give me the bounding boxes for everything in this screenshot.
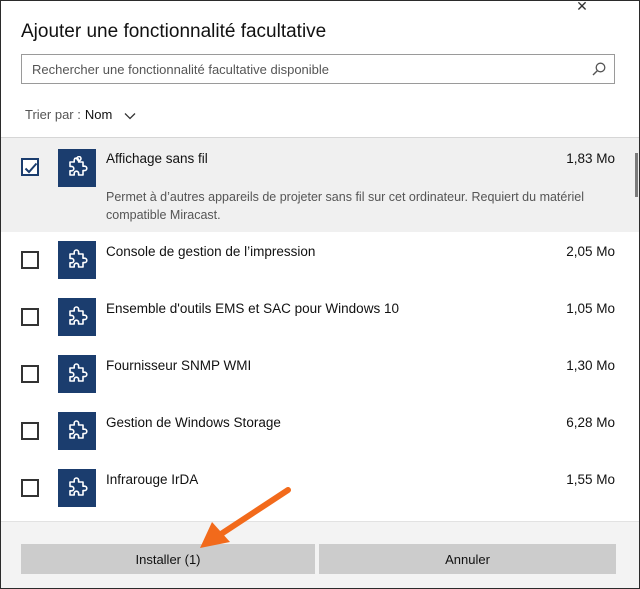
feature-row-snmp-wmi[interactable]: Fournisseur SNMP WMI 1,30 Mo bbox=[1, 346, 639, 403]
feature-row-console-impression[interactable]: Console de gestion de l’impression 2,05 … bbox=[1, 232, 639, 289]
feature-row-infrarouge-irda[interactable]: Infrarouge IrDA 1,55 Mo bbox=[1, 460, 639, 517]
puzzle-piece-icon bbox=[69, 156, 88, 176]
feature-checkbox[interactable] bbox=[21, 251, 39, 269]
feature-name: Console de gestion de l’impression bbox=[106, 244, 316, 259]
search-icon[interactable] bbox=[592, 62, 606, 76]
puzzle-piece-icon bbox=[69, 306, 88, 325]
feature-checkbox[interactable] bbox=[21, 158, 39, 176]
feature-name: Infrarouge IrDA bbox=[106, 472, 199, 487]
feature-checkbox[interactable] bbox=[21, 422, 39, 440]
feature-list: Affichage sans fil 1,83 Mo Permet à d’au… bbox=[1, 138, 639, 521]
puzzle-piece-icon bbox=[69, 420, 88, 439]
sort-value[interactable]: Nom bbox=[85, 107, 112, 122]
feature-size: 1,55 Mo bbox=[566, 472, 615, 487]
feature-tile bbox=[58, 355, 96, 393]
feature-size: 6,28 Mo bbox=[566, 415, 615, 430]
install-button[interactable]: Installer (1) bbox=[21, 544, 315, 574]
puzzle-piece-icon bbox=[69, 249, 88, 268]
chevron-down-icon[interactable] bbox=[124, 112, 136, 120]
close-icon[interactable]: ✕ bbox=[572, 1, 592, 15]
feature-checkbox[interactable] bbox=[21, 365, 39, 383]
sort-control[interactable]: Trier par : Nom bbox=[25, 107, 136, 122]
feature-size: 1,30 Mo bbox=[566, 358, 615, 373]
dialog-window: ✕ Ajouter une fonctionnalité facultative… bbox=[0, 0, 640, 589]
feature-checkbox[interactable] bbox=[21, 479, 39, 497]
list-scrollbar[interactable] bbox=[635, 153, 638, 197]
feature-tile bbox=[58, 298, 96, 336]
checkmark-icon bbox=[24, 162, 38, 174]
sort-label: Trier par : bbox=[25, 107, 81, 122]
feature-row-affichage-sans-fil[interactable]: Affichage sans fil 1,83 Mo Permet à d’au… bbox=[1, 138, 639, 232]
feature-row-windows-storage[interactable]: Gestion de Windows Storage 6,28 Mo bbox=[1, 403, 639, 460]
feature-row-ems-sac[interactable]: Ensemble d'outils EMS et SAC pour Window… bbox=[1, 289, 639, 346]
feature-size: 1,83 Mo bbox=[566, 151, 615, 166]
cancel-button[interactable]: Annuler bbox=[319, 544, 616, 574]
search-input[interactable]: Rechercher une fonctionnalité facultativ… bbox=[32, 62, 329, 77]
feature-name: Affichage sans fil bbox=[106, 151, 208, 166]
dialog-footer: Installer (1) Annuler bbox=[1, 522, 639, 588]
feature-tile bbox=[58, 149, 96, 187]
feature-checkbox[interactable] bbox=[21, 308, 39, 326]
puzzle-piece-icon bbox=[69, 363, 88, 382]
feature-tile bbox=[58, 469, 96, 507]
search-box[interactable]: Rechercher une fonctionnalité facultativ… bbox=[21, 54, 615, 84]
feature-size: 2,05 Mo bbox=[566, 244, 615, 259]
feature-size: 1,05 Mo bbox=[566, 301, 615, 316]
dialog-title: Ajouter une fonctionnalité facultative bbox=[21, 21, 327, 42]
feature-tile bbox=[58, 412, 96, 450]
feature-tile bbox=[58, 241, 96, 279]
puzzle-piece-icon bbox=[69, 477, 88, 496]
feature-description: Permet à d’autres appareils de projeter … bbox=[106, 190, 585, 222]
feature-name: Ensemble d'outils EMS et SAC pour Window… bbox=[106, 301, 399, 316]
feature-name: Fournisseur SNMP WMI bbox=[106, 358, 252, 373]
feature-name: Gestion de Windows Storage bbox=[106, 415, 281, 430]
